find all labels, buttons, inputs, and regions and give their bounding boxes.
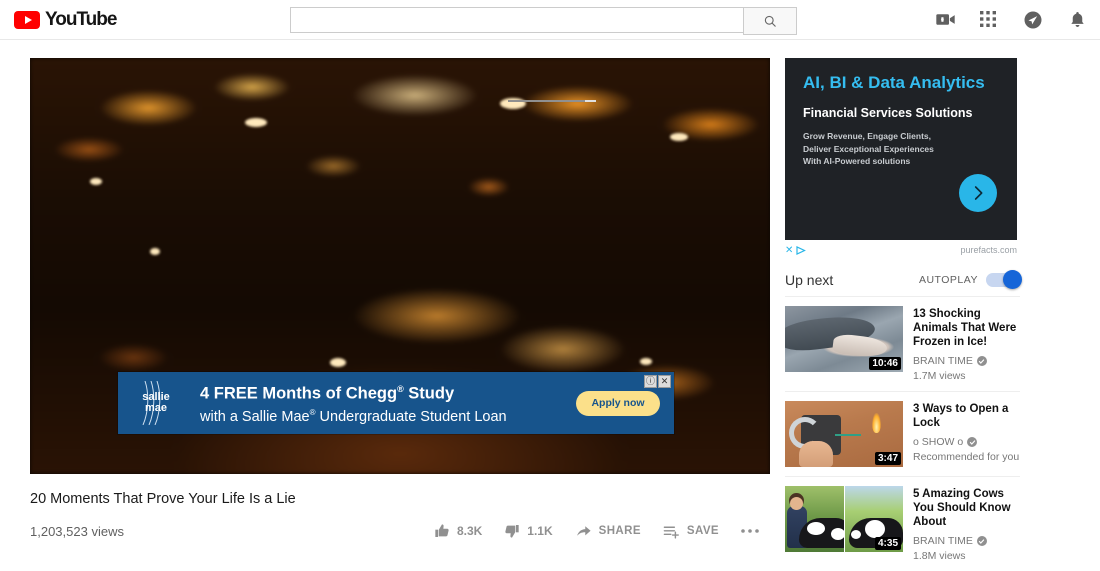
- header-icon-group: [934, 0, 1088, 39]
- video-info: 5 Amazing Cows You Should Know About BRA…: [913, 486, 1020, 562]
- overlay-banner-ad[interactable]: sallie mae 4 FREE Months of Chegg® Study …: [118, 372, 674, 434]
- video-meta: 1.7M views: [913, 370, 966, 382]
- up-next-header: Up next AUTOPLAY: [785, 270, 1022, 296]
- video-info: 3 Ways to Open a Lock o SHOW o Recommend…: [913, 401, 1020, 467]
- channel-name-text: o SHOW o: [913, 436, 964, 448]
- share-arrow-icon: [576, 525, 591, 536]
- save-label: SAVE: [686, 525, 719, 537]
- masthead: YouTube: [0, 0, 1100, 40]
- overlay-ad-line1-sup: ®: [397, 384, 404, 395]
- search-icon: [764, 15, 776, 27]
- youtube-logo[interactable]: YouTube: [14, 8, 117, 31]
- sidebar-ad-subhead: Financial Services Solutions: [803, 106, 973, 120]
- list-item[interactable]: 10:46 13 Shocking Animals That Were Froz…: [785, 296, 1020, 391]
- ad-info-icon[interactable]: ⓘ: [644, 375, 657, 388]
- channel-name[interactable]: o SHOW o: [913, 436, 1020, 448]
- overlay-ad-controls: ⓘ ✕: [644, 375, 671, 388]
- channel-name-text: BRAIN TIME: [913, 535, 973, 547]
- youtube-play-icon: [14, 10, 40, 29]
- video-title-link[interactable]: 5 Amazing Cows You Should Know About: [913, 487, 1020, 529]
- video-title: 20 Moments That Prove Your Life Is a Lie: [30, 491, 296, 507]
- youtube-logo-text: YouTube: [45, 8, 117, 30]
- adchoices-triangle-icon[interactable]: [796, 245, 807, 255]
- sidebar-ad-body-line-3: With AI-Powered solutions: [803, 156, 911, 166]
- overlay-ad-line2: with a Sallie Mae: [200, 408, 310, 425]
- primary-column: sallie mae 4 FREE Months of Chegg® Study …: [30, 58, 770, 544]
- video-thumbnail[interactable]: 3:47: [785, 401, 903, 467]
- video-thumbnail[interactable]: 10:46: [785, 306, 903, 372]
- apps-grid-icon[interactable]: [978, 9, 1000, 31]
- overlay-ad-copy: 4 FREE Months of Chegg® Study with a Sal…: [194, 380, 576, 425]
- sidebar-ad-body: Grow Revenue, Engage Clients, Deliver Ex…: [803, 130, 951, 168]
- share-label: SHARE: [598, 525, 641, 537]
- video-duration: 10:46: [869, 357, 901, 370]
- dislike-count: 1.1K: [527, 524, 553, 538]
- video-action-bar: 8.3K 1.1K SHARE SAVE: [423, 518, 770, 544]
- video-duration: 3:47: [874, 452, 901, 465]
- search-button[interactable]: [743, 7, 797, 35]
- verified-badge-icon: [967, 437, 978, 447]
- thumbs-up-icon: [435, 524, 449, 537]
- video-title-link[interactable]: 13 Shocking Animals That Were Frozen in …: [913, 307, 1020, 349]
- overlay-ad-line1: 4 FREE Months of Chegg: [200, 384, 398, 403]
- more-actions-button[interactable]: [730, 518, 770, 544]
- thumbs-down-icon: [505, 525, 519, 538]
- autoplay-toggle[interactable]: [986, 270, 1022, 289]
- like-button[interactable]: 8.3K: [423, 518, 493, 544]
- video-thumbnail[interactable]: 4:35: [785, 486, 903, 552]
- autoplay-label: AUTOPLAY: [918, 274, 978, 286]
- search-input[interactable]: [290, 7, 743, 33]
- sidebar-display-ad[interactable]: AI, BI & Data Analytics Financial Servic…: [785, 58, 1017, 240]
- video-player[interactable]: sallie mae 4 FREE Months of Chegg® Study …: [30, 58, 770, 474]
- autoplay-control[interactable]: AUTOPLAY: [918, 270, 1022, 289]
- ad-close-icon[interactable]: ✕: [658, 375, 671, 388]
- ad-attribution-row: ✕ purefacts.com: [785, 242, 1017, 258]
- video-duration: 4:35: [874, 537, 901, 550]
- share-button[interactable]: SHARE: [564, 518, 652, 544]
- create-video-icon[interactable]: [934, 9, 956, 31]
- up-next-label: Up next: [785, 272, 834, 288]
- view-count: 1,203,523 views: [30, 523, 124, 539]
- channel-name-text: BRAIN TIME: [913, 355, 973, 367]
- more-horizontal-icon: [741, 529, 759, 533]
- sidebar-ad-body-line-2: Deliver Exceptional Experiences: [803, 143, 934, 154]
- save-button[interactable]: SAVE: [652, 518, 730, 544]
- sidebar-ad-body-line-1: Grow Revenue, Engage Clients,: [803, 131, 932, 141]
- adchoices-group[interactable]: ✕: [785, 245, 807, 256]
- overlay-ad-line2-tail: Undergraduate Student Loan: [315, 408, 507, 425]
- channel-name[interactable]: BRAIN TIME: [913, 355, 1020, 367]
- search-bar: [290, 7, 797, 35]
- chevron-right-icon: [974, 186, 983, 200]
- secondary-column: AI, BI & Data Analytics Financial Servic…: [785, 58, 1022, 571]
- list-item[interactable]: 3:47 3 Ways to Open a Lock o SHOW o Reco…: [785, 391, 1020, 476]
- notifications-bell-icon[interactable]: [1066, 9, 1088, 31]
- ad-dismiss-icon[interactable]: ✕: [785, 245, 793, 256]
- sidebar-ad-headline: AI, BI & Data Analytics: [803, 73, 985, 92]
- autoplay-toggle-knob: [1003, 270, 1022, 289]
- video-title-link[interactable]: 3 Ways to Open a Lock: [913, 402, 1020, 430]
- save-playlist-icon: [663, 526, 679, 539]
- list-item[interactable]: 4:35 5 Amazing Cows You Should Know Abou…: [785, 476, 1020, 571]
- overlay-ad-line1-tail: Study: [403, 384, 455, 403]
- messages-icon[interactable]: [1022, 9, 1044, 31]
- like-ratio-fill: [508, 100, 586, 102]
- apply-now-button[interactable]: Apply now: [576, 390, 660, 416]
- video-info: 13 Shocking Animals That Were Frozen in …: [913, 306, 1020, 382]
- like-count: 8.3K: [456, 524, 483, 538]
- channel-name[interactable]: BRAIN TIME: [913, 535, 1020, 547]
- sallie-mae-logo: sallie mae: [118, 372, 194, 434]
- like-dislike-ratio-bar: [508, 100, 596, 102]
- sidebar-ad-cta-button[interactable]: [959, 174, 997, 212]
- video-meta: 1.8M views: [913, 550, 966, 562]
- video-meta-row: 1,203,523 views 8.3K 1.1K SHARE SAVE: [30, 518, 770, 544]
- dislike-button[interactable]: 1.1K: [493, 518, 563, 544]
- video-meta: Recommended for you: [913, 451, 1020, 463]
- verified-badge-icon: [976, 356, 987, 366]
- sallie-mae-word-1: sallie mae: [142, 391, 170, 414]
- ad-domain-label: purefacts.com: [960, 245, 1017, 255]
